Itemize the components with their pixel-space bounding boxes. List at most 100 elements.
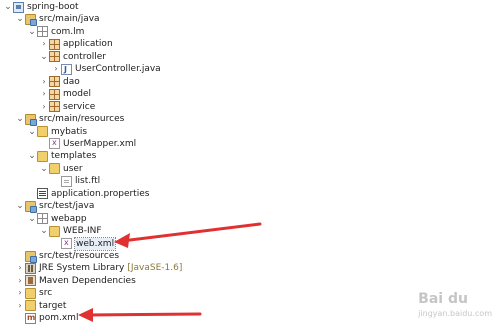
package-icon — [49, 76, 60, 88]
tree-item[interactable]: ⌄ src/test/java — [15, 200, 95, 213]
tree-item[interactable]: ⌄ controller — [39, 51, 106, 63]
chevron-down-icon[interactable]: ⌄ — [39, 163, 49, 175]
tree-item[interactable]: ›pom.xml — [15, 312, 78, 324]
tree-item-label: user — [63, 163, 83, 174]
tree-item-label: spring-boot — [27, 2, 79, 12]
chevron-right-icon[interactable]: › — [39, 88, 49, 100]
pom-icon — [25, 312, 36, 324]
chevron-down-icon[interactable]: ⌄ — [15, 200, 25, 212]
tree-item-decoration: [JavaSE-1.6] — [127, 263, 183, 274]
chevron-right-icon[interactable]: › — [39, 101, 49, 113]
folder-icon — [25, 300, 36, 312]
srcfolder-icon — [25, 200, 37, 213]
chevron-down-icon[interactable]: ⌄ — [27, 126, 37, 138]
folder-icon — [25, 287, 36, 299]
tree-item[interactable]: › UserController.java — [51, 63, 161, 76]
tree-item[interactable]: ⌄ webapp — [27, 213, 87, 225]
package-empty-icon — [37, 213, 48, 225]
tree-item[interactable]: › src — [15, 287, 52, 299]
srcfolder-icon — [25, 113, 37, 126]
tree-item[interactable]: › dao — [39, 76, 80, 88]
tree-item-label: target — [39, 300, 67, 311]
xml-icon — [49, 137, 60, 150]
tree-item-label: templates — [51, 151, 97, 162]
chevron-down-icon[interactable]: ⌄ — [39, 51, 49, 63]
folder-icon — [37, 126, 48, 137]
tree-item[interactable]: › application — [39, 38, 113, 50]
tree-item[interactable]: ⌄ mybatis — [27, 126, 87, 138]
tree-item-label: src/main/resources — [39, 114, 125, 125]
tree-item-label: UserController.java — [75, 64, 161, 75]
chevron-down-icon[interactable]: ⌄ — [27, 150, 37, 162]
package-icon — [49, 38, 60, 50]
tree-item[interactable]: ›application.properties — [27, 188, 149, 200]
watermark-sub: jingyan.baidu.com — [418, 309, 492, 318]
tree-item-label: model — [63, 89, 92, 100]
tree-item[interactable]: ⌄ src/main/java — [15, 13, 100, 26]
tree-item[interactable]: ›src/test/resources — [15, 250, 120, 263]
chevron-right-icon[interactable]: › — [51, 63, 61, 75]
tree-item-label: src/test/java — [39, 201, 95, 212]
tree-item-label: controller — [63, 51, 106, 62]
folder-icon — [49, 163, 60, 175]
tree-item[interactable]: › target — [15, 300, 66, 312]
tree-item-label: webapp — [51, 213, 87, 224]
project-explorer-tree: ⌄ spring-boot ⌄ src/main/java ⌄ com.lm › applic… — [0, 0, 500, 325]
chevron-down-icon[interactable]: ⌄ — [15, 13, 25, 25]
tree-item[interactable]: ⌄ com.lm — [27, 26, 84, 38]
package-empty-icon — [37, 26, 48, 38]
tree-item-label: src/main/java — [39, 14, 100, 25]
chevron-right-icon[interactable]: › — [15, 262, 25, 274]
watermark-brand: Bai du — [418, 291, 468, 307]
tree-item[interactable]: › service — [39, 101, 95, 113]
tree-item-label: service — [63, 101, 96, 112]
tree-item[interactable]: ⌄ src/main/resources — [15, 113, 125, 126]
chevron-down-icon[interactable]: ⌄ — [3, 1, 13, 13]
tree-item[interactable]: › model — [39, 88, 91, 100]
file-icon — [61, 175, 72, 187]
srcfolder-icon — [25, 250, 37, 263]
tree-item-label: com.lm — [51, 26, 85, 37]
tree-item[interactable]: ⌄ WEB-INF — [39, 225, 102, 237]
chevron-down-icon[interactable]: ⌄ — [39, 225, 49, 237]
tree-item-label: src/test/resources — [39, 251, 120, 261]
tree-item-label: pom.xml — [39, 313, 79, 324]
tree-item-label: WEB-INF — [63, 226, 102, 237]
tree-item[interactable]: › Maven Dependencies — [15, 275, 136, 287]
chevron-right-icon[interactable]: › — [39, 76, 49, 88]
chevron-right-icon[interactable]: › — [39, 38, 49, 50]
package-icon — [49, 101, 60, 113]
package-icon — [49, 88, 60, 100]
library-icon — [25, 262, 36, 274]
project-icon — [13, 1, 24, 13]
tree-item[interactable]: ›web.xml — [51, 236, 117, 251]
package-icon — [49, 51, 60, 63]
tree-item-label: src — [39, 288, 53, 299]
tree-item-label: mybatis — [51, 126, 88, 137]
props-icon — [37, 188, 48, 200]
tree-item-label: list.ftl — [75, 176, 101, 187]
tree-item-label: application.properties — [51, 188, 150, 199]
tree-item-label: application — [63, 39, 113, 50]
watermark: Bai du jingyan.baidu.com — [418, 292, 492, 321]
xml-icon — [61, 237, 72, 250]
tree-item[interactable]: ⌄ user — [39, 163, 83, 175]
tree-item-label: Maven Dependencies — [39, 275, 136, 286]
tree-item-label: web.xml — [73, 236, 117, 251]
chevron-right-icon[interactable]: › — [15, 287, 25, 299]
tree-item-label: UserMapper.xml — [63, 138, 137, 149]
tree-item[interactable]: ⌄ templates — [27, 150, 96, 162]
chevron-right-icon[interactable]: › — [15, 275, 25, 287]
tree-item[interactable]: › JRE System Library [JavaSE-1.6] — [15, 262, 182, 274]
tree-item[interactable]: ⌄ spring-boot — [3, 1, 79, 13]
chevron-down-icon[interactable]: ⌄ — [27, 213, 37, 225]
chevron-right-icon[interactable]: › — [15, 300, 25, 312]
tree-item[interactable]: ›list.ftl — [51, 175, 100, 187]
folder-icon — [37, 150, 48, 162]
chevron-down-icon[interactable]: ⌄ — [15, 113, 25, 125]
tree-item[interactable]: ›UserMapper.xml — [39, 137, 137, 150]
maven-icon — [25, 275, 36, 287]
chevron-down-icon[interactable]: ⌄ — [27, 26, 37, 38]
srcfolder-icon — [25, 13, 37, 26]
tree-item-label: JRE System Library — [39, 263, 125, 274]
